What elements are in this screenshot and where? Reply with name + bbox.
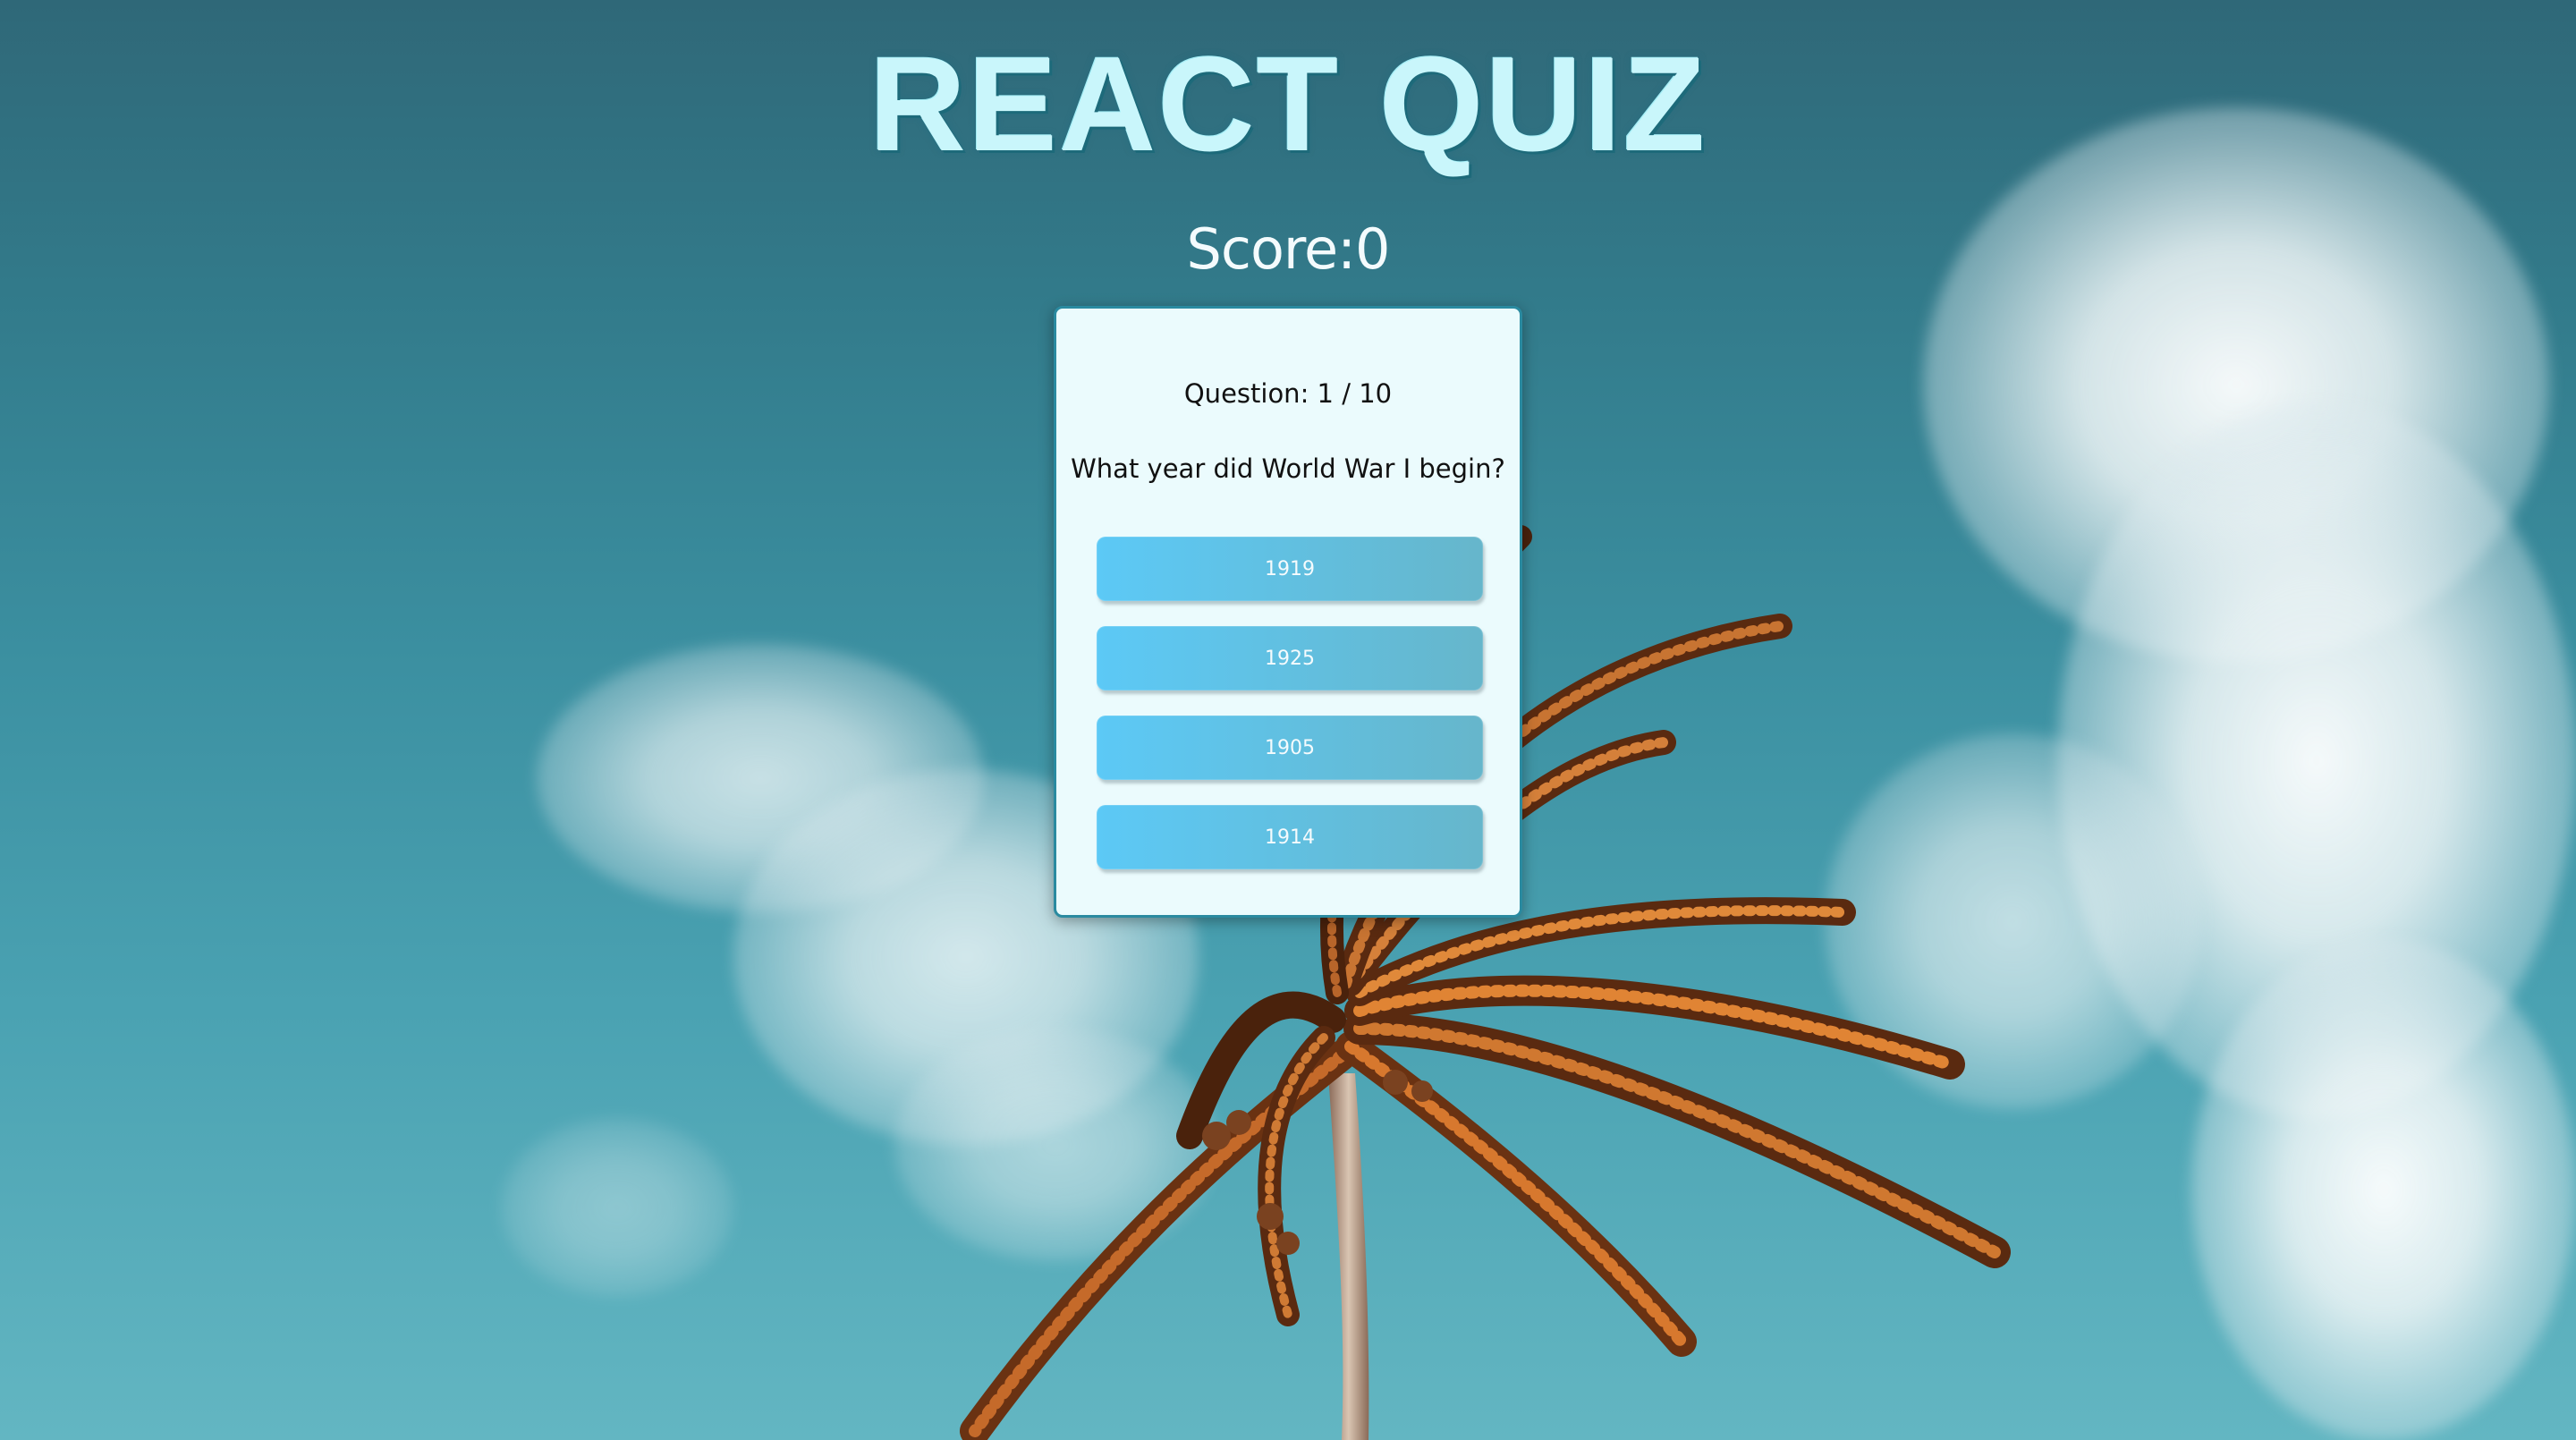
page-title: REACT QUIZ: [869, 29, 1707, 179]
question-counter: Question: 1 / 10: [1183, 378, 1393, 409]
question-text: What year did World War I begin?: [1071, 453, 1505, 484]
answer-button-1925[interactable]: 1925: [1097, 626, 1483, 690]
answer-list: 1919 1925 1905 1914: [1097, 537, 1483, 894]
question-card: Question: 1 / 10 What year did World War…: [1054, 306, 1522, 918]
answer-button-1914[interactable]: 1914: [1097, 805, 1483, 869]
answer-button-1919[interactable]: 1919: [1097, 537, 1483, 601]
score-display: Score:0: [1186, 216, 1391, 282]
answer-button-1905[interactable]: 1905: [1097, 716, 1483, 780]
